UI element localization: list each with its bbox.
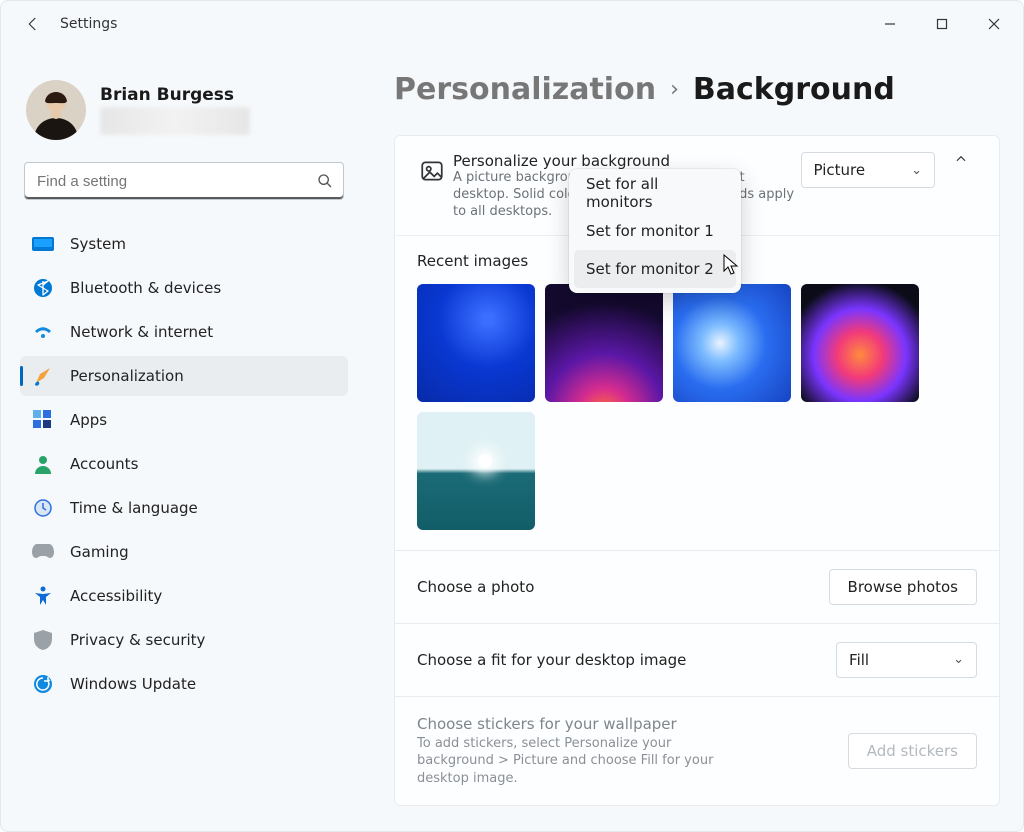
breadcrumb: Personalization › Background [394,72,1000,107]
stickers-title: Choose stickers for your wallpaper [417,715,832,733]
select-value: Fill [849,651,869,669]
accessibility-icon [32,585,54,607]
nav: System Bluetooth & devices Network & int… [20,224,358,704]
user-row[interactable]: Brian Burgess [26,80,358,140]
recent-image-thumb[interactable] [417,412,535,530]
cursor-icon [723,254,741,276]
menu-item-all-monitors[interactable]: Set for all monitors [574,174,736,212]
nav-label: System [70,235,126,253]
user-email-blurred [100,107,250,135]
shield-icon [32,629,54,651]
sidebar: Brian Burgess System [0,48,358,832]
chevron-down-icon: ⌄ [953,652,964,667]
nav-time[interactable]: Time & language [20,488,348,528]
stickers-subtitle: To add stickers, select Personalize your… [417,735,717,788]
nav-personalization[interactable]: Personalization [20,356,348,396]
search-input[interactable] [24,162,344,200]
chevron-down-icon: ⌄ [911,163,922,178]
crumb-parent[interactable]: Personalization [394,72,656,107]
select-value: Picture [814,161,866,179]
add-stickers-button: Add stickers [848,733,977,769]
nav-label: Personalization [70,367,184,385]
settings-window: Settings [0,0,1024,832]
menu-label: Set for all monitors [586,175,724,211]
nav-update[interactable]: Windows Update [20,664,348,704]
nav-label: Bluetooth & devices [70,279,221,297]
controller-icon [32,541,54,563]
update-icon [32,673,54,695]
section-title: Personalize your background [453,152,801,170]
back-icon[interactable] [24,15,42,33]
recent-image-thumb[interactable] [545,284,663,402]
window-title: Settings [60,16,117,32]
choose-photo-label: Choose a photo [417,578,813,596]
nav-label: Accessibility [70,587,162,605]
stickers-row: Choose stickers for your wallpaper To ad… [395,697,999,806]
nav-accounts[interactable]: Accounts [20,444,348,484]
minimize-button[interactable] [868,8,912,40]
background-type-select[interactable]: Picture ⌄ [801,152,936,188]
nav-label: Accounts [70,455,138,473]
menu-item-monitor-2[interactable]: Set for monitor 2 [574,250,736,288]
background-card: Personalize your background A picture ba… [394,135,1000,806]
nav-privacy[interactable]: Privacy & security [20,620,348,660]
nav-label: Network & internet [70,323,213,341]
recent-image-thumb[interactable] [417,284,535,402]
page-title: Background [693,72,895,107]
choose-fit-label: Choose a fit for your desktop image [417,651,820,669]
nav-gaming[interactable]: Gaming [20,532,348,572]
nav-label: Windows Update [70,675,196,693]
nav-system[interactable]: System [20,224,348,264]
nav-label: Time & language [70,499,198,517]
search-field[interactable] [35,172,317,191]
browse-photos-button[interactable]: Browse photos [829,569,977,605]
personalize-header: Personalize your background A picture ba… [395,136,999,236]
wifi-icon [32,321,54,343]
nav-network[interactable]: Network & internet [20,312,348,352]
maximize-button[interactable] [920,8,964,40]
clock-icon [32,497,54,519]
person-icon [32,453,54,475]
collapse-button[interactable] [945,152,977,166]
chevron-right-icon: › [670,77,679,102]
nav-apps[interactable]: Apps [20,400,348,440]
system-icon [32,233,54,255]
recent-image-thumb[interactable] [801,284,919,402]
titlebar: Settings [0,0,1024,48]
search-icon [317,173,333,189]
nav-label: Apps [70,411,107,429]
nav-label: Privacy & security [70,631,205,649]
apps-icon [32,409,54,431]
context-menu: Set for all monitors Set for monitor 1 S… [569,169,741,293]
nav-bluetooth[interactable]: Bluetooth & devices [20,268,348,308]
nav-label: Gaming [70,543,129,561]
menu-label: Set for monitor 2 [586,260,714,278]
bluetooth-icon [32,277,54,299]
recent-image-thumb[interactable] [673,284,791,402]
fit-select[interactable]: Fill ⌄ [836,642,977,678]
menu-item-monitor-1[interactable]: Set for monitor 1 [574,212,736,250]
picture-icon [417,156,447,186]
button-label: Browse photos [848,578,958,596]
close-button[interactable] [972,8,1016,40]
avatar [26,80,86,140]
brush-icon [32,365,54,387]
choose-photo-row: Choose a photo Browse photos [395,551,999,624]
menu-label: Set for monitor 1 [586,222,714,240]
main-content: Personalization › Background Personalize… [358,48,1024,832]
button-label: Add stickers [867,742,958,760]
choose-fit-row: Choose a fit for your desktop image Fill… [395,624,999,697]
nav-accessibility[interactable]: Accessibility [20,576,348,616]
user-name: Brian Burgess [100,85,250,105]
